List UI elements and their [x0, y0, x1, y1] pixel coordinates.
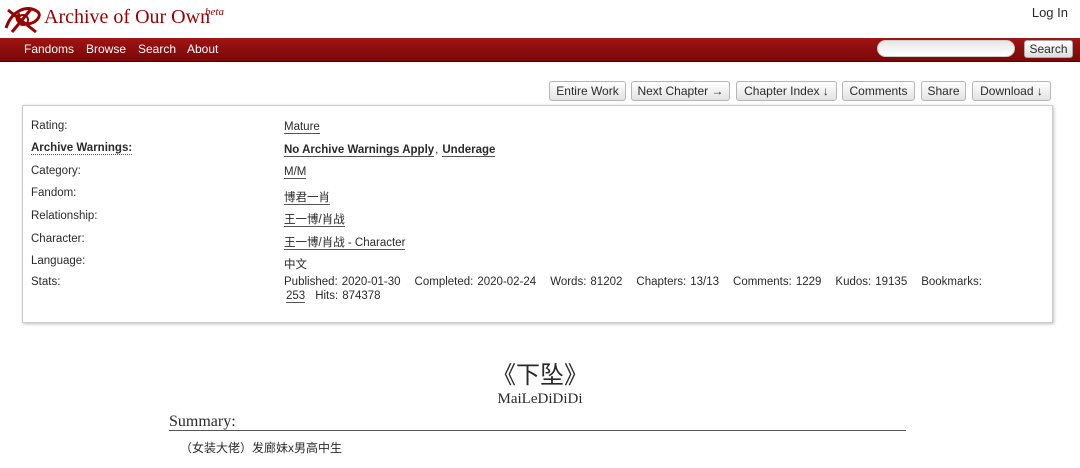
site-title[interactable]: Archive of Our Own [44, 6, 210, 29]
relationship-label: Relationship: [31, 210, 98, 222]
ao3-logo-icon[interactable] [2, 2, 44, 36]
comments-value: 1229 [795, 276, 822, 288]
archive-warnings-label[interactable]: Archive Warnings: [31, 142, 133, 155]
chapters-label: Chapters: [636, 276, 687, 288]
rating-tag[interactable]: Mature [284, 121, 320, 134]
words-value: 81202 [590, 276, 623, 288]
category-tag[interactable]: M/M [284, 166, 307, 179]
chapter-index-button[interactable]: Chapter Index ↓ [736, 81, 837, 101]
summary-divider [169, 430, 906, 431]
completed-label: Completed: [414, 276, 474, 288]
nav-item-about[interactable]: About [187, 42, 218, 56]
fandom-label: Fandom: [31, 187, 77, 199]
fandom-value: 博君一肖 [284, 189, 330, 205]
beta-label: beta [205, 6, 224, 18]
search-input[interactable] [877, 40, 1015, 57]
rating-label: Rating: [31, 120, 68, 132]
comments-button[interactable]: Comments [842, 81, 915, 101]
login-link[interactable]: Log In [1032, 5, 1068, 20]
relationship-tag[interactable]: 王一博/肖战 [284, 214, 345, 227]
work-author[interactable]: MaiLeDiDiDi [0, 391, 1080, 408]
bookmarks-label: Bookmarks: [921, 276, 982, 288]
rating-value: Mature [284, 121, 320, 134]
primary-nav: Fandoms Browse Search About Search [0, 38, 1080, 62]
words-label: Words: [550, 276, 587, 288]
relationship-value: 王一博/肖战 [284, 211, 345, 227]
character-tag[interactable]: 王一博/肖战 - Character [284, 237, 406, 250]
download-button[interactable]: Download ↓ [972, 81, 1051, 101]
next-chapter-button[interactable]: Next Chapter → [631, 81, 730, 101]
published-value: 2020-01-30 [341, 276, 401, 288]
comments-label: Comments: [733, 276, 792, 288]
work-title: 《下坠》 [492, 363, 588, 389]
bookmarks-link[interactable]: 253 [286, 290, 306, 303]
character-label: Character: [31, 233, 85, 245]
stats-label: Stats: [31, 276, 61, 288]
published-label: Published: [284, 276, 338, 288]
hits-label: Hits: [315, 290, 339, 302]
fandom-tag[interactable]: 博君一肖 [284, 192, 330, 205]
nav-item-search[interactable]: Search [138, 42, 176, 56]
chapters-value: 13/13 [690, 276, 720, 288]
site-header: Archive of Our Own beta Log In [0, 0, 1080, 38]
stats-line-1: Published: 2020-01-30 Completed: 2020-02-24… [284, 276, 986, 288]
archive-warnings-value: No Archive Warnings Apply, Underage [284, 144, 496, 157]
share-button[interactable]: Share [921, 81, 966, 101]
warning-tag[interactable]: Underage [442, 144, 496, 157]
character-value: 王一博/肖战 - Character [284, 234, 406, 250]
completed-value: 2020-02-24 [477, 276, 537, 288]
summary-text: （女装大佬）发廊妹x男高中生 [180, 441, 343, 455]
kudos-label: Kudos: [835, 276, 872, 288]
nav-item-browse[interactable]: Browse [86, 42, 126, 56]
nav-item-fandoms[interactable]: Fandoms [24, 42, 74, 56]
kudos-value: 19135 [875, 276, 908, 288]
summary-heading: Summary: [169, 413, 236, 430]
language-value: 中文 [284, 259, 307, 271]
stats-line-2: 253 Hits: 874378 [286, 290, 381, 303]
language-label: Language: [31, 255, 86, 267]
search-button[interactable]: Search [1024, 40, 1073, 58]
work-meta: Rating: Mature Archive Warnings: No Arch… [22, 105, 1053, 323]
warning-tag[interactable]: No Archive Warnings Apply [284, 144, 435, 157]
category-label: Category: [31, 165, 81, 177]
hits-value: 874378 [342, 290, 381, 302]
category-value: M/M [284, 166, 307, 179]
entire-work-button[interactable]: Entire Work [549, 81, 626, 101]
